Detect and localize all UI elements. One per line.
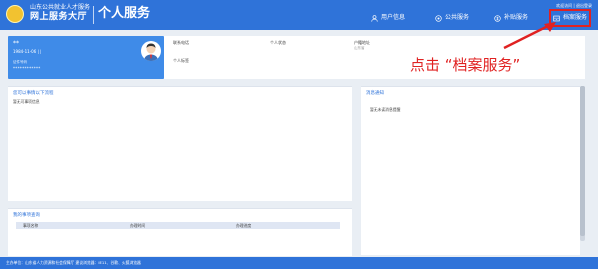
brand-sub: 个人服务	[98, 6, 151, 21]
brand-divider	[93, 6, 94, 24]
annotation-text: 点击 “档案服务”	[410, 56, 521, 74]
my-items-title: 我的事项查询	[13, 213, 40, 218]
profile-id-label: 证件号码	[13, 60, 27, 64]
household-value: 山东省	[354, 46, 365, 50]
nav-user-info[interactable]: 用户信息	[371, 13, 405, 23]
messages-panel: 消息通知 暂无未读消息提醒	[361, 86, 580, 255]
logo-icon	[6, 5, 24, 23]
scrollbar-thumb[interactable]	[580, 86, 585, 236]
brand-top: 山东公共就业人才服务	[30, 4, 91, 11]
my-items-panel: 我的事项查询 事项名称 办理时间 办理进度	[8, 208, 352, 256]
column-item-name: 事项名称	[23, 223, 39, 228]
profile-card: ** 1984-11-06 | | 证件号码 ************	[8, 36, 164, 79]
todo-panel: 您可以事情以下流程 暂无可事项信息	[8, 86, 352, 201]
personal-tags-label: 个人标签	[173, 58, 189, 63]
messages-title: 消息通知	[366, 91, 384, 96]
profile-birth: 1984-11-06 | |	[13, 49, 42, 54]
column-progress: 办理进度	[236, 223, 252, 228]
footer: 主办单位：山东省人力资源和社会保障厅 建议浏览器：IE11、谷歌、火狐浏览器	[0, 257, 598, 269]
avatar	[141, 41, 161, 61]
top-links[interactable]: 欢迎访问 | 退出登录	[556, 3, 592, 8]
nav-public-service[interactable]: 公共服务	[435, 13, 469, 23]
brand-main: 网上服务大厅	[30, 12, 88, 22]
nav-public-service-label: 公共服务	[445, 14, 470, 21]
public-service-icon	[435, 14, 442, 22]
avatar-icon	[144, 43, 158, 61]
annotation-arrow-icon	[503, 22, 556, 50]
messages-body: 暂无未读消息提醒	[370, 107, 401, 112]
column-handle-time: 办理时间	[130, 223, 146, 228]
personal-status-label: 个人状态	[270, 40, 286, 45]
todo-body: 暂无可事项信息	[13, 99, 40, 104]
scrollbar[interactable]	[580, 86, 585, 241]
todo-title: 您可以事情以下流程	[13, 91, 54, 96]
user-icon	[371, 14, 378, 22]
nav-archive-service-label: 档案服务	[563, 14, 588, 21]
profile-id-value: ************	[13, 66, 41, 71]
table-header: 事项名称 办理时间 办理进度	[16, 222, 340, 229]
profile-name: **	[13, 40, 19, 47]
contact-phone-label: 联系电话	[173, 40, 189, 45]
household-label: 户籍地址	[354, 40, 370, 45]
nav-user-info-label: 用户信息	[381, 14, 406, 21]
